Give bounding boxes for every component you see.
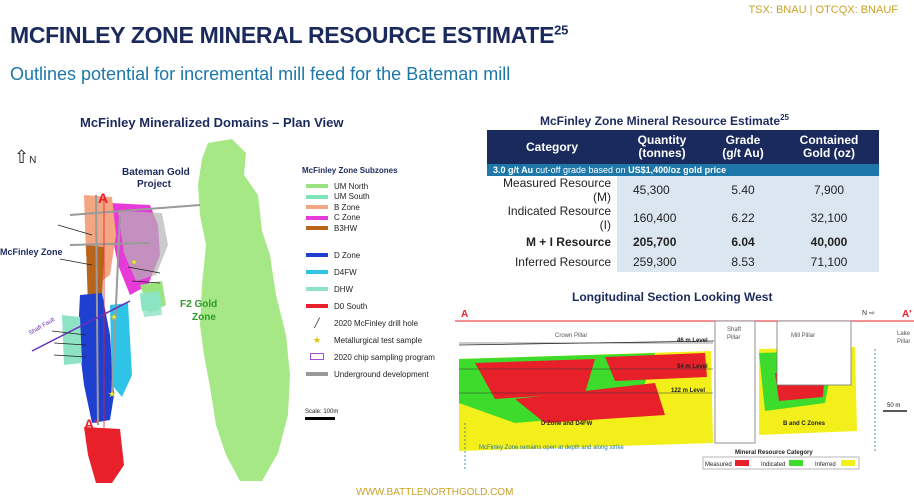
bateman-label-2: Project xyxy=(137,179,172,190)
plan-view-map: ★ ★ ★ Bateman Gold Project McFinley Zone… xyxy=(0,139,290,483)
legend-item: D0 South xyxy=(302,298,452,315)
mcfinley-zone-label: McFinley Zone xyxy=(0,247,63,257)
legend-item: B3HW xyxy=(302,223,452,234)
long-section-diagram: A A' N ⇨ Crown Pillar Shaft Pillar Mill … xyxy=(455,309,914,471)
legend-item: D4FW xyxy=(302,264,452,281)
svg-text:Mill Pillar: Mill Pillar xyxy=(791,333,815,339)
table-row: Inferred Resource 259,300 8.53 71,100 xyxy=(487,252,879,272)
svg-text:A': A' xyxy=(902,309,912,320)
north-arrow-small-icon: N ⇨ xyxy=(862,310,875,317)
svg-text:Indicated: Indicated xyxy=(761,462,785,468)
legend-item: DHW xyxy=(302,281,452,298)
legend-item: ╱ 2020 McFinley drill hole xyxy=(302,315,452,332)
page-title: MCFINLEY ZONE MINERAL RESOURCE ESTIMATE2… xyxy=(10,22,569,48)
svg-text:Pillar: Pillar xyxy=(897,339,910,345)
star-icon: ★ xyxy=(312,334,322,345)
f2-label: F2 Gold xyxy=(180,299,217,310)
resource-table: Category Quantity (tonnes) Grade (g/t Au… xyxy=(487,130,879,272)
table-header-row: Category Quantity (tonnes) Grade (g/t Au… xyxy=(487,130,879,164)
svg-text:122 m Level: 122 m Level xyxy=(671,388,705,394)
svg-text:50 m: 50 m xyxy=(887,403,900,409)
legend-item: UM North xyxy=(302,181,452,192)
svg-text:84 m Level: 84 m Level xyxy=(677,364,708,370)
col-grade: Grade (g/t Au) xyxy=(707,130,779,164)
met-sample-star-icon: ★ xyxy=(108,389,116,399)
legend-item: UM South xyxy=(302,192,452,203)
chip-box-icon xyxy=(306,352,328,362)
svg-text:A: A xyxy=(461,309,468,320)
section-a-label: A xyxy=(98,190,108,206)
legend-item: 2020 chip sampling program xyxy=(302,349,452,366)
svg-text:B and C Zones: B and C Zones xyxy=(783,421,826,427)
f2-zone-shape xyxy=(198,139,290,481)
svg-text:Measured: Measured xyxy=(705,462,732,468)
svg-text:Pillar: Pillar xyxy=(727,335,740,341)
legend-item: B Zone xyxy=(302,202,452,213)
bateman-label: Bateman Gold xyxy=(122,167,190,178)
dhw-zone-shape xyxy=(62,315,82,365)
col-contained: Contained Gold (oz) xyxy=(779,130,879,164)
col-category: Category xyxy=(487,130,617,164)
svg-text:46 m Level: 46 m Level xyxy=(677,338,708,344)
resource-table-heading: McFinley Zone Mineral Resource Estimate2… xyxy=(540,113,789,128)
legend-item: C Zone xyxy=(302,213,452,224)
legend-item: ★ Metallurgical test sample xyxy=(302,332,452,349)
f2-label-2: Zone xyxy=(192,312,216,323)
svg-text:McFinley Zone remains open at: McFinley Zone remains open at depth and … xyxy=(479,445,624,451)
svg-text:Shaft: Shaft xyxy=(727,327,741,333)
legend-item: Underground development xyxy=(302,366,452,383)
footer-url[interactable]: WWW.BATTLENORTHGOLD.COM xyxy=(356,487,513,496)
d0-south-zone xyxy=(84,427,124,483)
page-subtitle: Outlines potential for incremental mill … xyxy=(10,64,511,84)
svg-text:D Zone and D4FW: D Zone and D4FW xyxy=(541,421,593,427)
met-sample-star-icon: ★ xyxy=(110,312,118,322)
shaft-fault-label: Shaft Fault xyxy=(28,317,56,337)
mill-pillar xyxy=(776,320,852,386)
met-sample-star-icon: ★ xyxy=(130,257,138,267)
legend-item: D Zone xyxy=(302,247,452,264)
svg-text:Lake: Lake xyxy=(897,331,911,337)
dhw-east-shape xyxy=(140,291,162,317)
map-scale: Scale: 100m xyxy=(305,409,338,420)
ticker-symbol: TSX: BNAU | OTCQX: BNAUF xyxy=(748,4,898,16)
section-a-prime-label: A' xyxy=(84,416,97,432)
cutoff-row: 3.0 g/t Au cut-off grade based on US$1,4… xyxy=(487,164,879,176)
table-row: Indicated Resource (I) 160,400 6.22 32,1… xyxy=(487,204,879,232)
drill-hole-icon: ╱ xyxy=(314,317,320,328)
table-row: Measured Resource (M) 45,300 5.40 7,900 xyxy=(487,176,879,204)
table-row: M + I Resource 205,700 6.04 40,000 xyxy=(487,232,879,252)
plan-view-legend: McFinley Zone Subzones UM North UM South… xyxy=(302,166,452,383)
col-quantity: Quantity (tonnes) xyxy=(617,130,707,164)
long-section-heading: Longitudinal Section Looking West xyxy=(572,290,773,304)
svg-text:Mineral Resource Category: Mineral Resource Category xyxy=(735,450,813,456)
plan-view-heading: McFinley Mineralized Domains – Plan View xyxy=(80,115,344,130)
svg-text:Crown Pillar: Crown Pillar xyxy=(555,333,587,339)
svg-text:Inferred: Inferred xyxy=(815,462,836,468)
